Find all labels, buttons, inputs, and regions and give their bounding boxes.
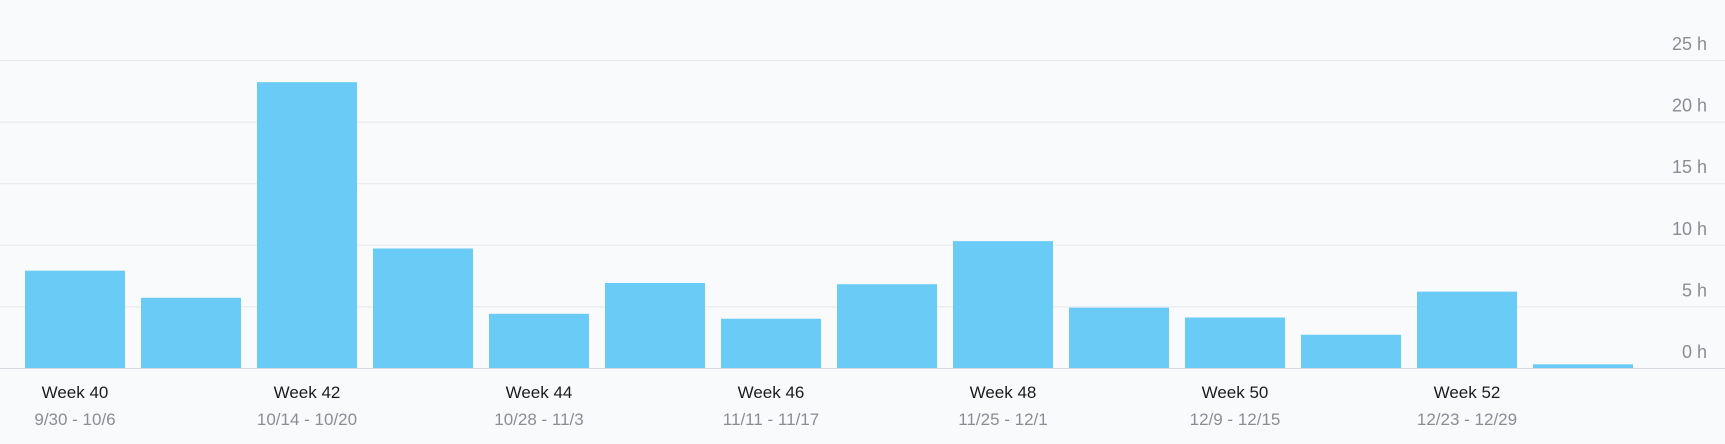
bar-week-45[interactable] <box>605 282 705 368</box>
bar-week-46[interactable] <box>721 318 821 368</box>
bar-week-43[interactable] <box>373 248 473 368</box>
bar-week-52[interactable] <box>1417 291 1517 368</box>
x-week-label: Week 50 <box>1202 383 1269 402</box>
bar-week-50[interactable] <box>1185 317 1285 368</box>
bar-week-48[interactable] <box>953 241 1053 368</box>
bar-week-49[interactable] <box>1069 307 1169 368</box>
x-axis-labels: Week 40 9/30 - 10/6 Week 42 10/14 - 10/20 We… <box>34 383 1517 429</box>
y-tick-label: 5 h <box>1682 280 1707 300</box>
x-week-label: Week 46 <box>738 383 805 402</box>
x-date-range-label: 12/9 - 12/15 <box>1190 410 1281 429</box>
y-tick-label: 15 h <box>1672 157 1707 177</box>
x-week-label: Week 40 <box>42 383 109 402</box>
x-date-range-label: 10/28 - 11/3 <box>494 410 583 429</box>
bars-layer <box>25 82 1633 369</box>
x-date-range-label: 11/25 - 12/1 <box>958 410 1047 429</box>
x-week-label: Week 44 <box>506 383 573 402</box>
x-date-range-label: 10/14 - 10/20 <box>257 410 357 429</box>
y-tick-label: 0 h <box>1682 342 1707 362</box>
bar-week-1[interactable] <box>1533 364 1633 368</box>
y-tick-label: 10 h <box>1672 219 1707 239</box>
bar-week-47[interactable] <box>837 284 937 368</box>
y-axis-ticks: 0 h 5 h 10 h 15 h 20 h 25 h <box>1672 34 1707 362</box>
x-week-label: Week 52 <box>1434 383 1501 402</box>
x-date-range-label: 9/30 - 10/6 <box>34 410 115 429</box>
x-date-range-label: 12/23 - 12/29 <box>1417 410 1517 429</box>
bar-week-44[interactable] <box>489 313 589 368</box>
bar-week-42[interactable] <box>257 82 357 369</box>
bar-week-40[interactable] <box>25 270 125 368</box>
x-week-label: Week 48 <box>970 383 1037 402</box>
bar-week-51[interactable] <box>1301 334 1401 368</box>
y-tick-label: 20 h <box>1672 96 1707 116</box>
y-tick-label: 25 h <box>1672 34 1707 54</box>
x-week-label: Week 42 <box>274 383 341 402</box>
weekly-hours-bar-chart: 0 h 5 h 10 h 15 h 20 h 25 h Week 40 9/30 - 10/… <box>0 34 1725 429</box>
bar-week-41[interactable] <box>141 297 241 368</box>
x-date-range-label: 11/11 - 11/17 <box>723 410 819 429</box>
